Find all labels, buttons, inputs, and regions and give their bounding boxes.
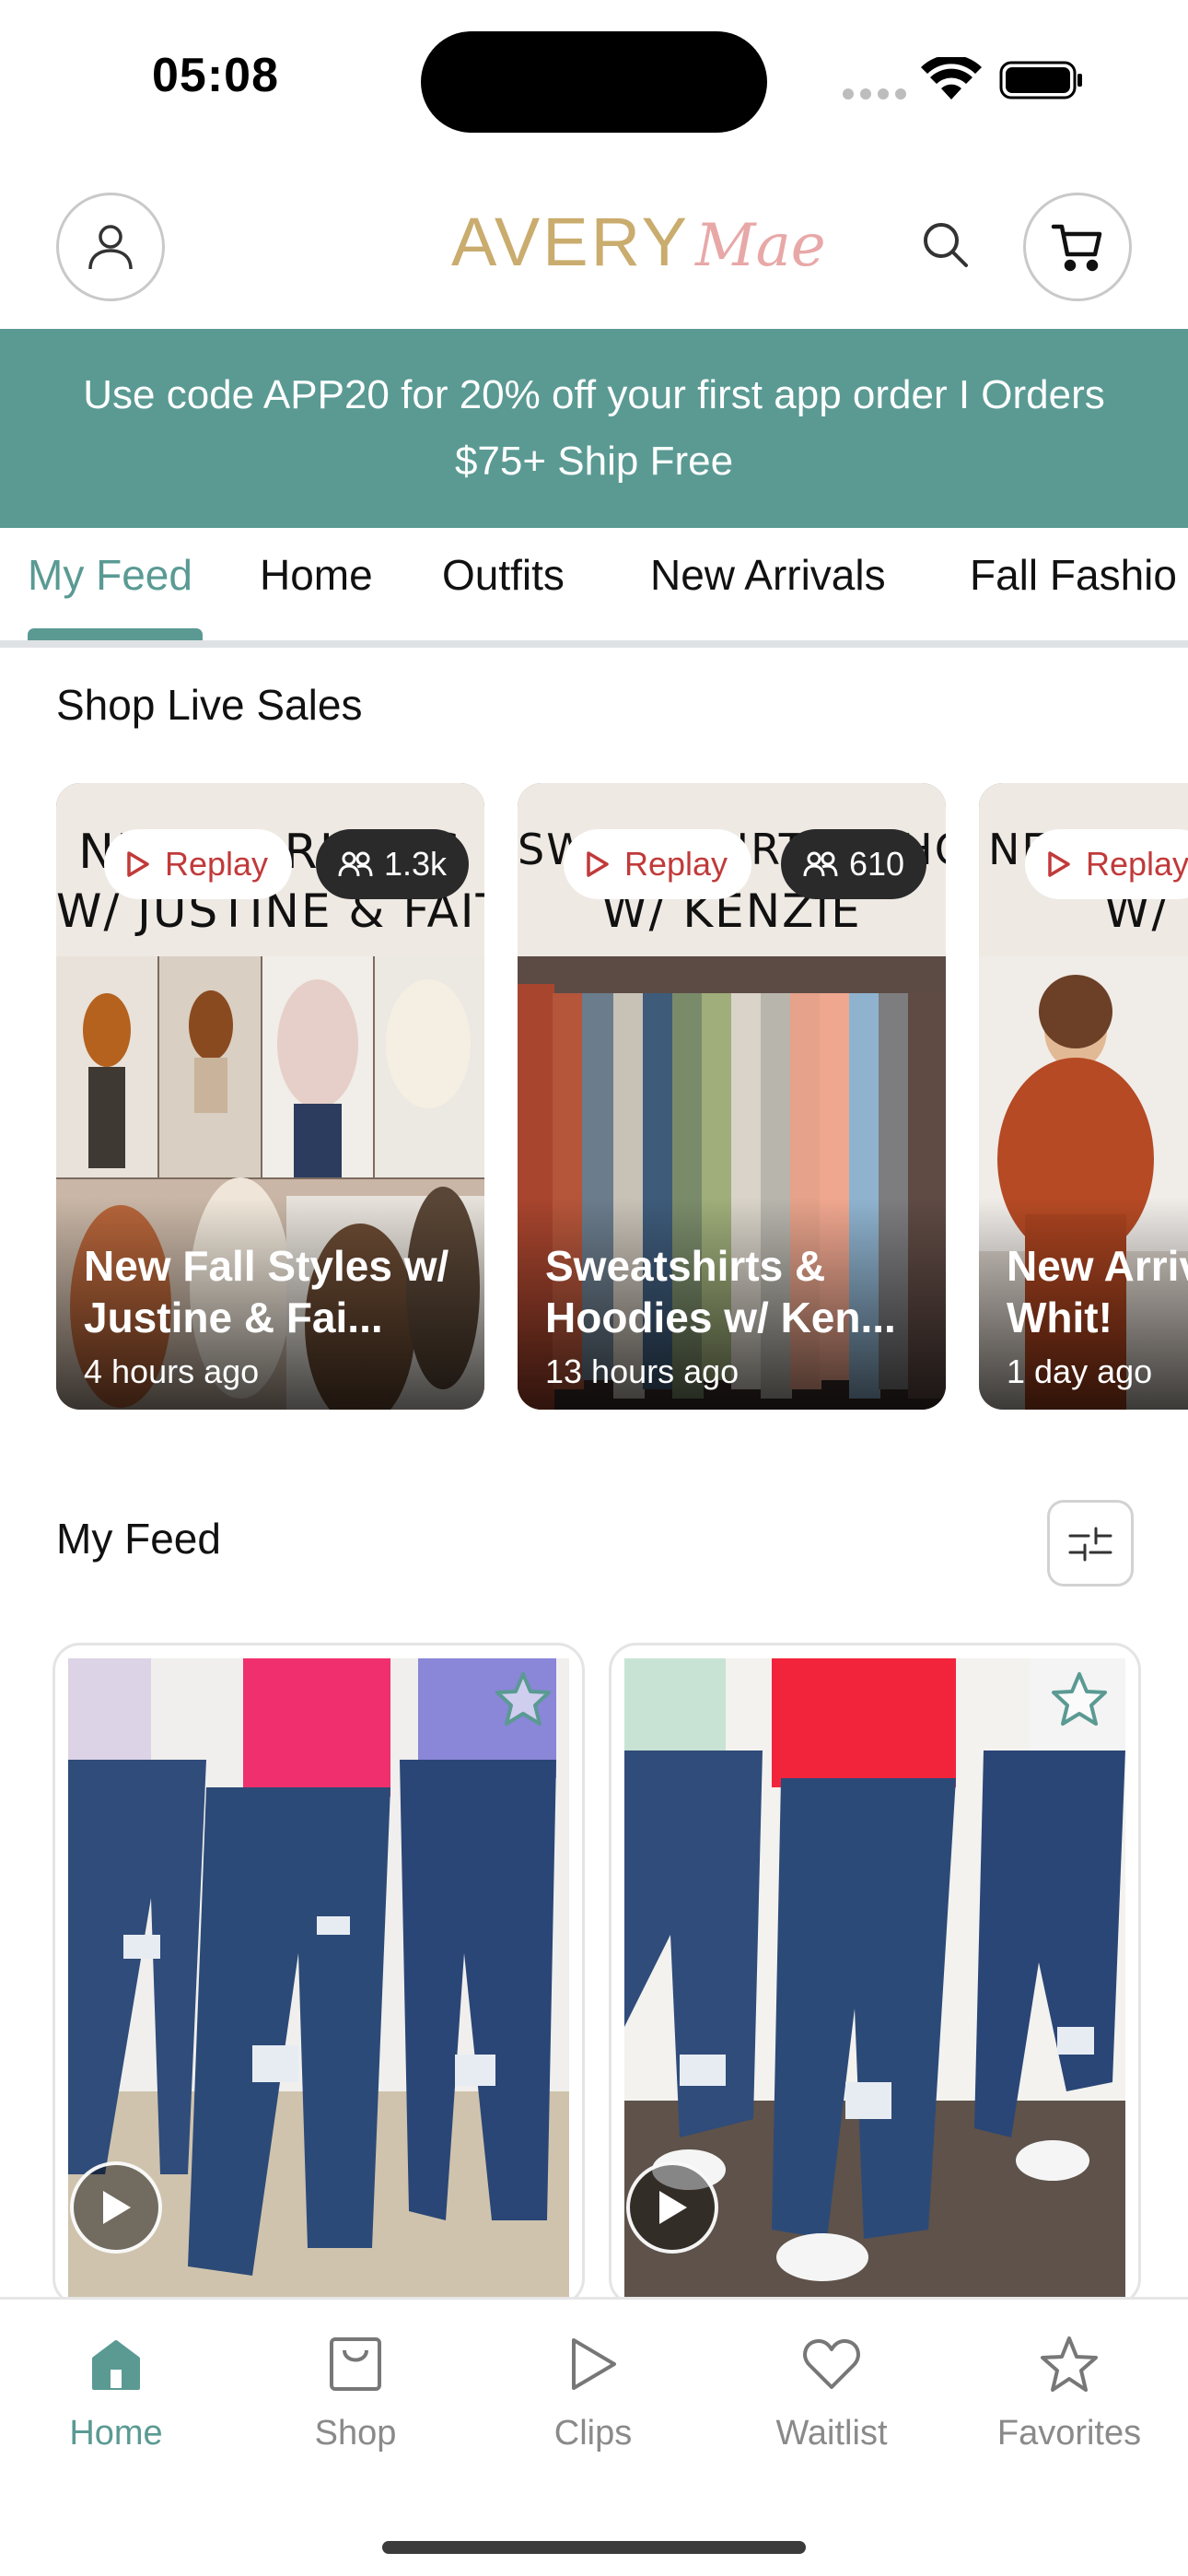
status-time: 05:08 [152, 49, 279, 102]
live-sale-time: 1 day ago [1007, 1352, 1153, 1390]
viewer-count: 1.3k [384, 845, 448, 883]
live-sale-title: New Arrivals w/ Whit! [1007, 1242, 1188, 1341]
live-sale-time: 13 hours ago [545, 1352, 740, 1390]
promo-text: Use code APP20 for 20% off your first ap… [83, 372, 1105, 484]
product-card[interactable] [609, 1643, 1141, 2306]
play-icon [103, 2191, 131, 2224]
nav-favorites[interactable]: Favorites [977, 2327, 1161, 2453]
play-icon [659, 2191, 687, 2224]
viewer-count-badge: 610 [781, 829, 927, 899]
users-icon [803, 851, 838, 877]
tab-my-feed[interactable]: My Feed [28, 550, 192, 600]
home-indicator [382, 2541, 806, 2554]
viewer-count-badge: 1.3k [316, 829, 470, 899]
live-sale-title: New Fall Styles w/ Justine & Fai... [84, 1242, 449, 1341]
logo-main-text: AVERY [451, 204, 691, 280]
status-bar: 05:08 [0, 0, 1188, 161]
cart-button[interactable] [1023, 193, 1132, 301]
app-header: AVERY Mae [0, 161, 1188, 327]
account-button[interactable] [56, 193, 165, 301]
video-play-button[interactable] [70, 2161, 162, 2254]
replay-badge: Replay [104, 829, 293, 899]
nav-clips[interactable]: Clips [501, 2327, 685, 2453]
nav-home[interactable]: Home [24, 2327, 208, 2453]
star-icon [1052, 1672, 1107, 1726]
bottom-navigation: Home Shop Clips Waitlist Favorites [0, 2297, 1188, 2576]
tab-fall-fashion[interactable]: Fall Fashio [970, 550, 1177, 600]
sliders-icon [1068, 1527, 1112, 1562]
nav-shop-label: Shop [314, 2414, 397, 2453]
replay-label: Replay [1086, 845, 1188, 883]
user-icon [88, 225, 133, 270]
play-icon [572, 2338, 616, 2390]
nav-waitlist[interactable]: Waitlist [740, 2327, 924, 2453]
cellular-signal-icon [843, 88, 907, 100]
shopping-bag-icon [330, 2337, 381, 2391]
tab-new-arrivals[interactable]: New Arrivals [650, 550, 886, 600]
wifi-icon [921, 57, 982, 100]
favorite-button[interactable] [488, 1664, 558, 1734]
play-outline-icon [127, 851, 149, 877]
feed-title: My Feed [56, 1515, 221, 1563]
replay-label: Replay [165, 845, 269, 883]
live-sale-card[interactable]: SWEATSHIRTS & HOODIES W/ KENZIE Replay 6… [518, 783, 946, 1410]
nav-home-label: Home [69, 2414, 163, 2453]
nav-clips-label: Clips [553, 2414, 633, 2453]
replay-badge: Replay [1025, 829, 1188, 899]
replay-badge: Replay [564, 829, 752, 899]
play-outline-icon [1048, 851, 1070, 877]
active-tab-indicator [28, 628, 203, 640]
live-sales-title: Shop Live Sales [56, 681, 363, 729]
play-outline-icon [587, 851, 609, 877]
viewer-count: 610 [849, 845, 905, 883]
logo-script-text: Mae [695, 212, 826, 280]
tab-outfits[interactable]: Outfits [442, 550, 565, 600]
star-icon [1041, 2336, 1098, 2392]
nav-favorites-label: Favorites [996, 2414, 1142, 2453]
video-play-button[interactable] [626, 2161, 718, 2254]
heart-icon [803, 2339, 860, 2389]
replay-label: Replay [624, 845, 728, 883]
dynamic-island [421, 31, 767, 133]
brand-logo[interactable]: AVERY Mae [451, 203, 826, 290]
home-icon [92, 2340, 140, 2390]
nav-waitlist-label: Waitlist [775, 2414, 888, 2453]
live-sale-title: Sweatshirts & Hoodies w/ Ken... [545, 1242, 896, 1341]
battery-icon [999, 61, 1082, 100]
users-icon [338, 851, 373, 877]
product-card[interactable] [52, 1643, 585, 2306]
search-icon [924, 223, 968, 267]
promo-banner[interactable]: Use code APP20 for 20% off your first ap… [0, 329, 1188, 528]
category-tabs: My Feed Home Outfits New Arrivals Fall F… [0, 528, 1188, 648]
feed-filter-button[interactable] [1047, 1500, 1134, 1587]
cart-icon [1051, 224, 1102, 272]
favorite-button[interactable] [1044, 1664, 1114, 1734]
live-sale-card[interactable]: NEW ARRIVALS W/ WHIT Replay New Arrivals… [979, 783, 1188, 1410]
live-sale-card[interactable]: NEW ARRIVALS W/ JUSTINE & FAITH Replay 1… [56, 783, 484, 1410]
nav-shop[interactable]: Shop [263, 2327, 448, 2453]
search-button[interactable] [912, 211, 978, 277]
star-icon [495, 1672, 551, 1726]
live-sale-time: 4 hours ago [84, 1352, 260, 1390]
tab-home[interactable]: Home [260, 550, 373, 600]
